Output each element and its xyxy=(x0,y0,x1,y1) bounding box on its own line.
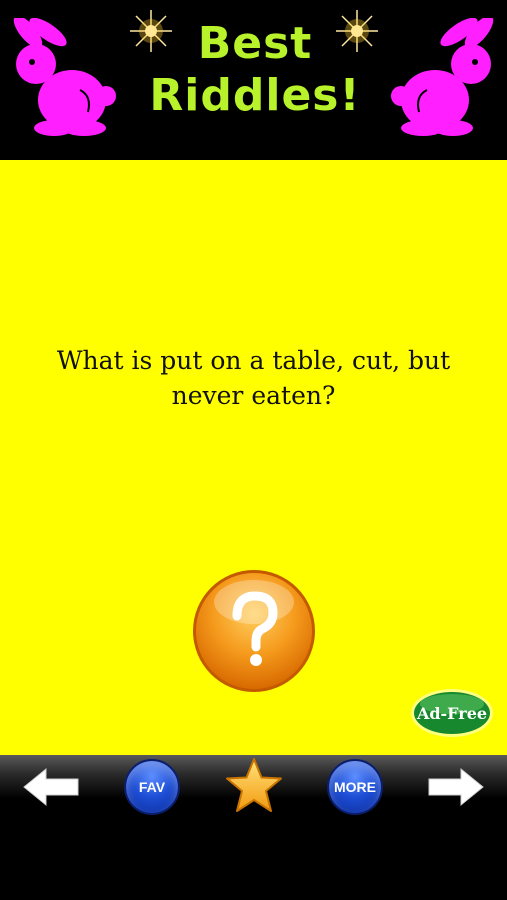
rabbit-icon xyxy=(391,18,494,136)
more-button[interactable]: MORE xyxy=(327,759,383,815)
header-bar: Best Riddles! xyxy=(0,0,507,160)
question-mark-icon xyxy=(193,570,315,692)
reveal-answer-button[interactable] xyxy=(191,568,317,694)
riddle-text: What is put on a table, cut, but never e… xyxy=(56,346,451,410)
back-button[interactable] xyxy=(20,765,82,809)
title-line-2: Riddles! xyxy=(149,70,361,121)
more-label: MORE xyxy=(327,759,383,815)
riddle-card: What is put on a table, cut, but never e… xyxy=(0,160,507,755)
fav-label: FAV xyxy=(124,759,180,815)
arrow-left-icon xyxy=(23,767,79,807)
bottom-toolbar: FAV MORE xyxy=(0,755,507,817)
bottom-spacer xyxy=(0,817,507,900)
sparkle-icon xyxy=(336,10,378,52)
ad-free-button[interactable]: Ad-Free xyxy=(410,688,494,738)
fav-button[interactable]: FAV xyxy=(124,759,180,815)
next-button[interactable] xyxy=(425,765,487,809)
star-icon xyxy=(226,758,282,812)
rabbit-icon xyxy=(13,18,116,136)
favorite-star-button[interactable] xyxy=(224,757,284,815)
arrow-right-icon xyxy=(428,767,484,807)
riddles-app: Best Riddles! What is put on a table, cu… xyxy=(0,0,507,900)
ad-free-badge: Ad-Free xyxy=(411,689,493,737)
ad-free-label: Ad-Free xyxy=(416,704,487,723)
